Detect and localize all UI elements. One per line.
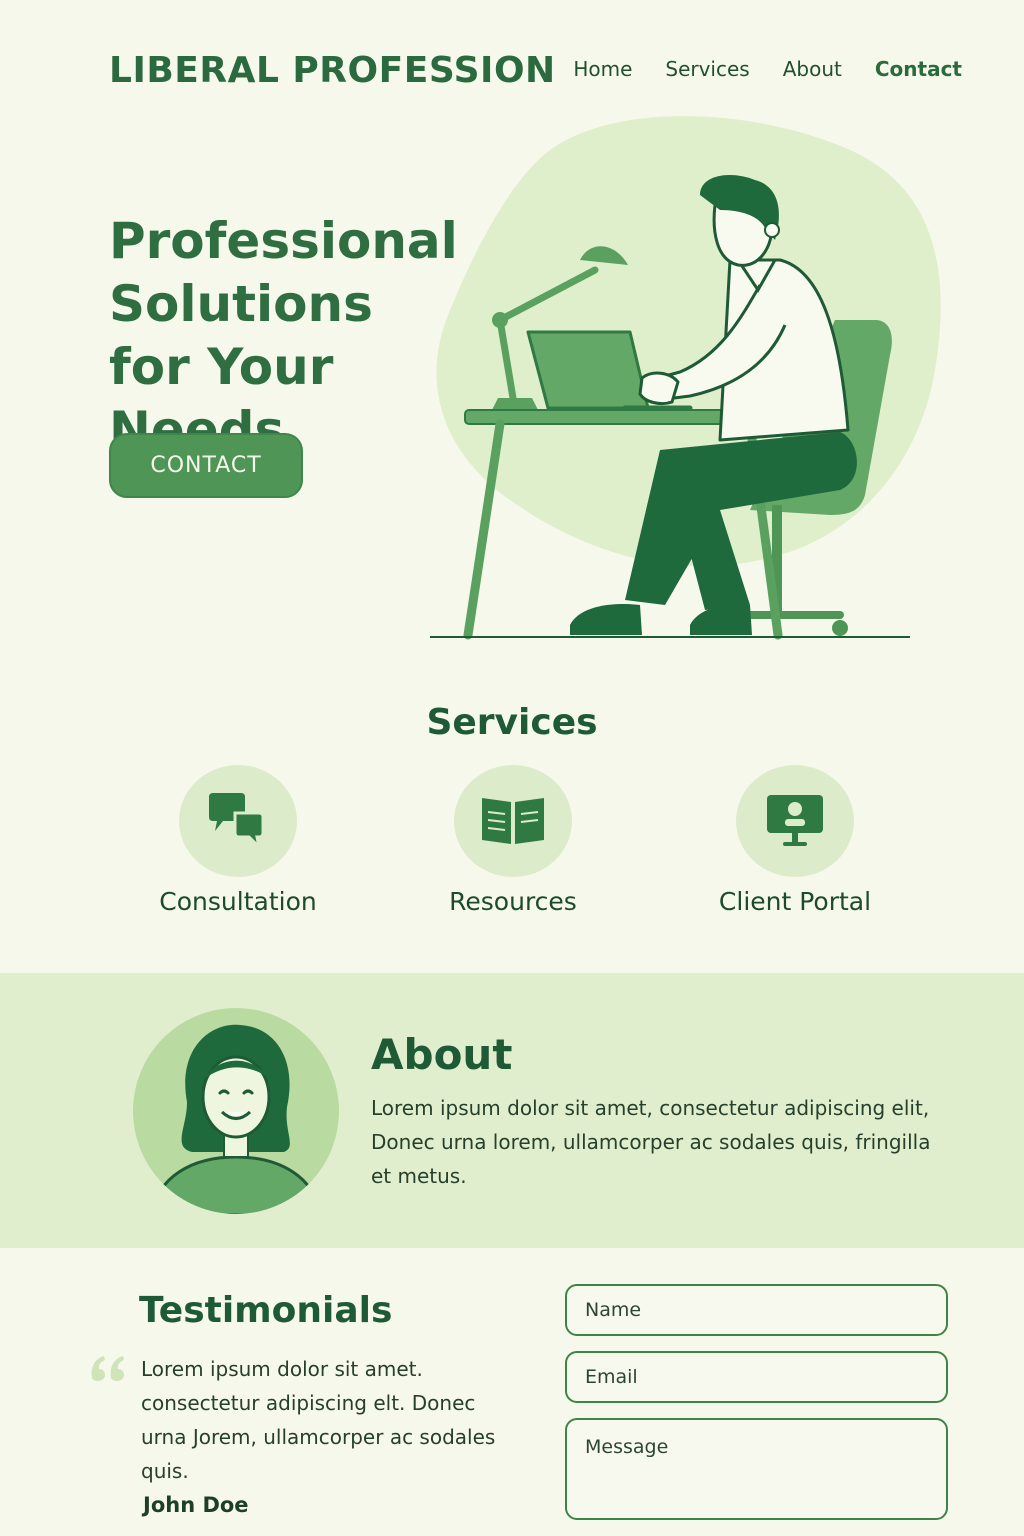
name-field[interactable] xyxy=(565,1284,948,1336)
chat-bubbles-icon xyxy=(209,793,265,851)
about-title: About xyxy=(371,1030,513,1079)
service-client-portal[interactable]: Client Portal xyxy=(685,765,905,916)
service-circle xyxy=(179,765,297,877)
message-field[interactable] xyxy=(565,1418,948,1520)
main-nav: Home Services About Contact xyxy=(540,57,962,81)
about-text: Lorem ipsum dolor sit amet, consectetur … xyxy=(371,1096,931,1188)
testimonial-quote: Lorem ipsum dolor sit amet. consectetur … xyxy=(141,1357,496,1483)
service-label: Resources xyxy=(449,887,577,916)
services-title: Services xyxy=(426,702,598,743)
monitor-user-icon xyxy=(767,795,823,846)
email-field[interactable] xyxy=(565,1351,948,1403)
testimonials-title: Testimonials xyxy=(139,1290,393,1331)
service-label: Client Portal xyxy=(718,887,872,916)
nav-services[interactable]: Services xyxy=(665,57,749,81)
quote-icon xyxy=(91,1356,124,1381)
man-working-at-laptop-illustration xyxy=(430,116,941,640)
nav-contact[interactable]: Contact xyxy=(875,57,962,81)
contact-button[interactable]: CONTACT xyxy=(109,433,303,498)
brand-logo[interactable]: LIBERAL PROFESSION xyxy=(109,50,556,91)
open-book-icon xyxy=(482,798,544,844)
service-circle xyxy=(454,765,572,877)
avatar xyxy=(133,1008,339,1214)
hero-title: Professional Solutions for Your Needs xyxy=(109,212,458,459)
service-label: Consultation xyxy=(159,887,317,916)
service-resources[interactable]: Resources xyxy=(403,765,623,916)
service-consultation[interactable]: Consultation xyxy=(128,765,348,916)
nav-home[interactable]: Home xyxy=(573,57,632,81)
service-circle xyxy=(736,765,854,877)
testimonial-author: John Doe xyxy=(143,1493,249,1517)
nav-about[interactable]: About xyxy=(783,57,842,81)
